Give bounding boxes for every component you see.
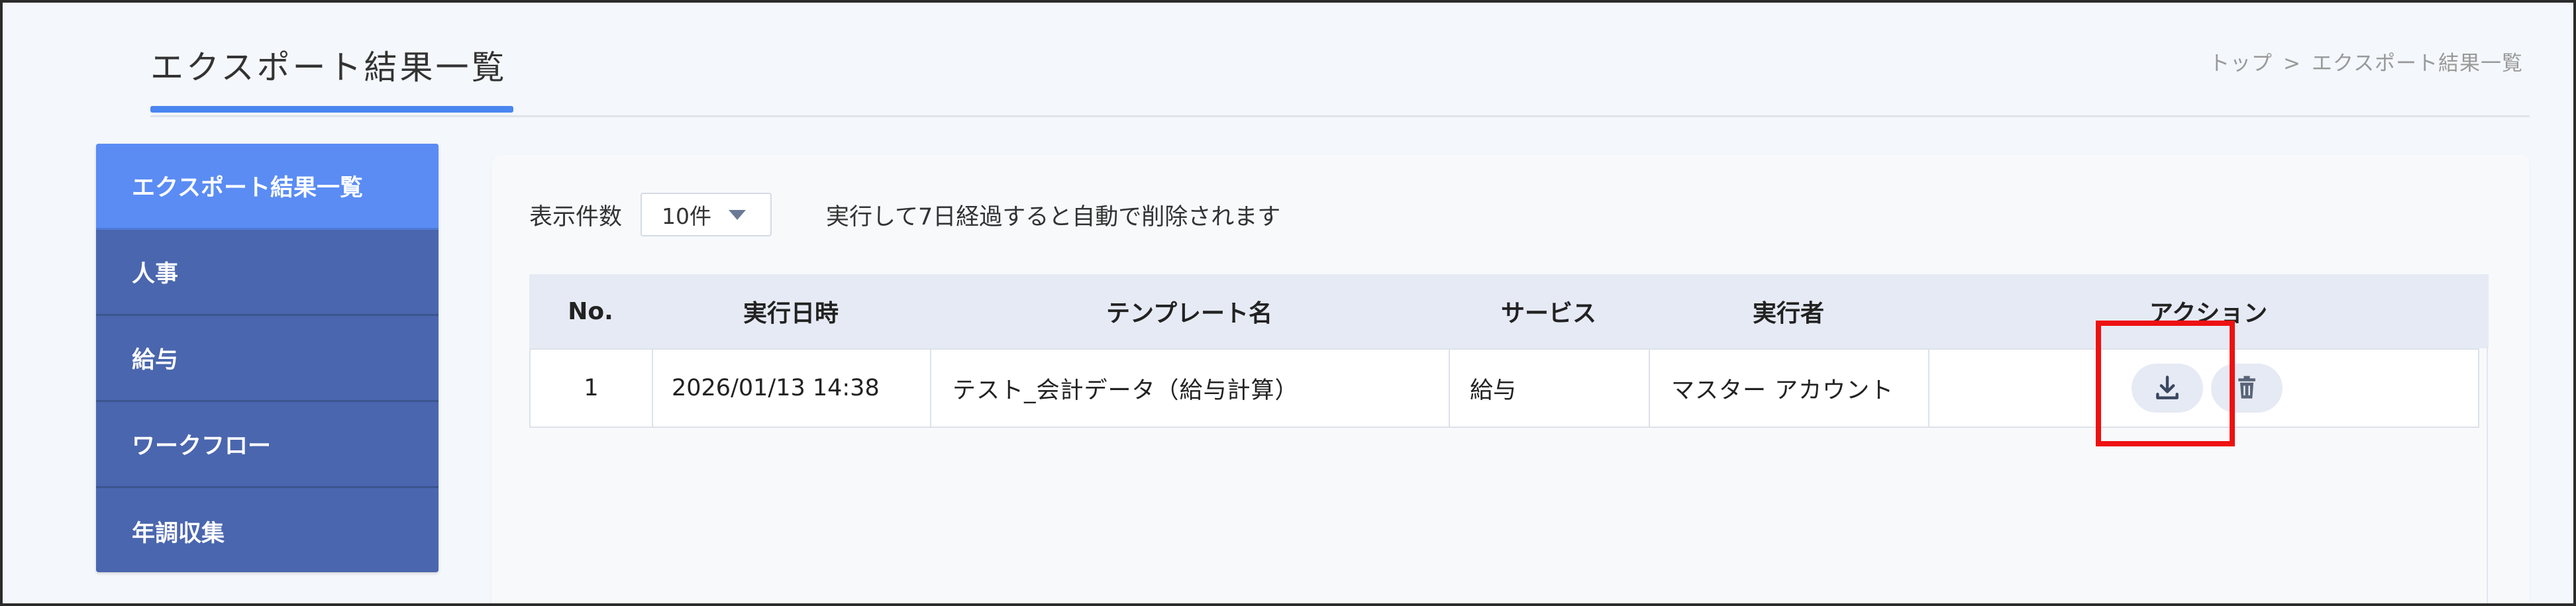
cell-service: 給与 [1450,350,1650,427]
breadcrumb-home-link[interactable]: トップ [2209,52,2273,76]
sidebar-item-export-results[interactable]: エクスポート結果一覧 [96,144,438,230]
cell-executed-at: 2026/01/13 14:38 [653,350,931,427]
cell-template: テスト_会計データ（給与計算） [931,350,1450,427]
sidebar-item-label: ワークフロー [132,433,272,460]
sidebar-item-label: 年調収集 [132,520,225,547]
list-toolbar: 表示件数 10件 実行して7日経過すると自動で削除されます [529,191,1280,238]
cell-executor: マスター アカウント [1650,350,1930,427]
per-page-value: 10件 [662,203,712,229]
cell-no: 1 [531,350,653,427]
download-highlight-box [2096,321,2235,446]
breadcrumb-separator: > [2283,52,2301,76]
column-header-executor: 実行者 [1752,300,1824,327]
sidebar-nav: エクスポート結果一覧 人事 給与 ワークフロー 年調収集 [96,144,438,572]
title-underline [150,106,513,113]
breadcrumb: トップ > エクスポート結果一覧 [2209,46,2523,76]
sidebar-item-year-end-adjustment[interactable]: 年調収集 [96,488,438,572]
column-header-executed-at: 実行日時 [743,300,839,327]
sidebar-item-workflow[interactable]: ワークフロー [96,402,438,488]
page-title: エクスポート結果一覧 [150,48,507,87]
sidebar-item-label: エクスポート結果一覧 [132,175,363,201]
column-header-template: テンプレート名 [1106,300,1272,327]
per-page-select[interactable]: 10件 [641,193,772,236]
table-right-border [2487,347,2488,603]
sidebar-item-label: 給与 [132,347,179,374]
screen-frame: エクスポート結果一覧 トップ > エクスポート結果一覧 エクスポート結果一覧 人事 … [0,0,2576,606]
column-header-no: No. [568,297,613,325]
column-header-service: サービス [1500,300,1596,327]
chevron-down-icon [729,209,747,220]
trash-icon [2238,376,2255,399]
auto-delete-notice: 実行して7日経過すると自動で削除されます [826,203,1281,230]
header-divider [150,115,2530,117]
sidebar-item-payroll[interactable]: 給与 [96,316,438,402]
sidebar-item-hr[interactable]: 人事 [96,230,438,316]
sidebar-item-label: 人事 [132,261,179,287]
per-page-label: 表示件数 [529,203,623,230]
breadcrumb-current: エクスポート結果一覧 [2311,52,2523,76]
